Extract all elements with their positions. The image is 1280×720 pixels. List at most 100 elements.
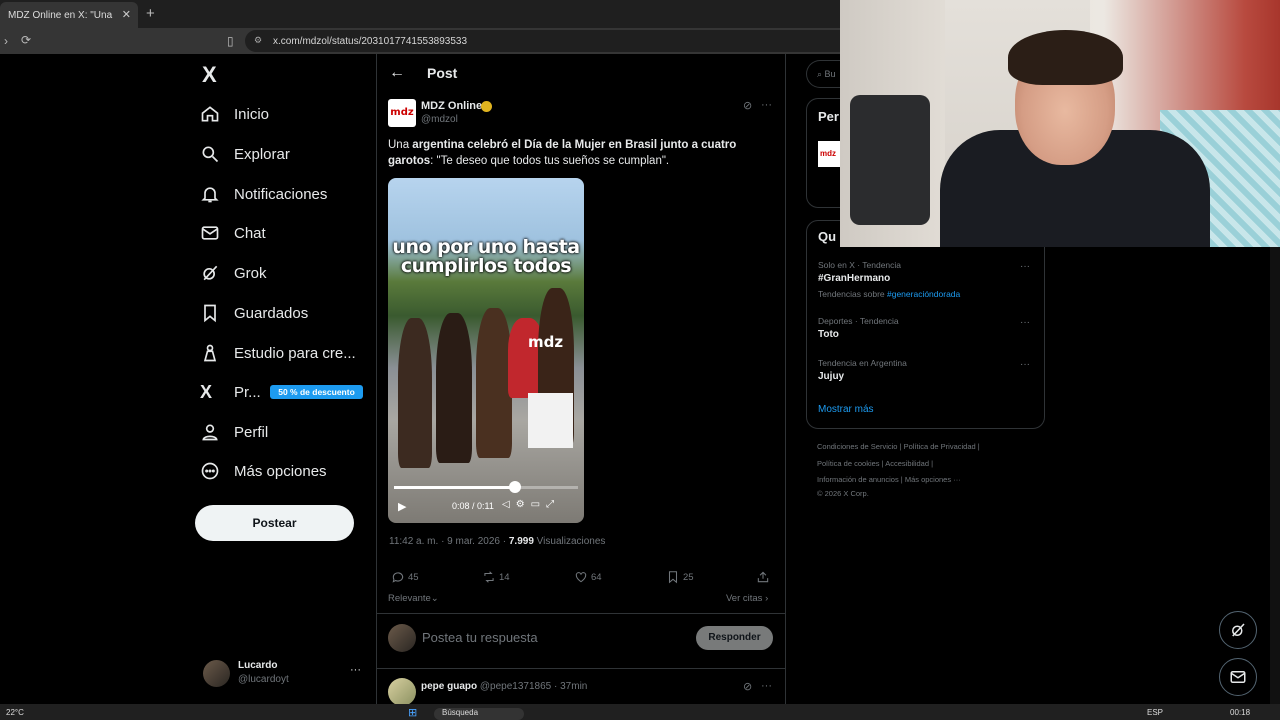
mail-icon xyxy=(1230,671,1246,683)
nav-label: Perfil xyxy=(234,423,269,441)
divider xyxy=(377,613,785,614)
quotes-label: Ver citas xyxy=(726,593,763,604)
footer-links[interactable]: Información de anuncios | Más opciones ·… xyxy=(817,475,961,484)
profile-name: Lucardo xyxy=(238,660,278,671)
author-handle[interactable]: @mdzol xyxy=(421,114,458,125)
x-logo-icon[interactable]: X xyxy=(202,62,217,88)
webcam-overlay xyxy=(840,0,1280,247)
play-icon[interactable]: ▶ xyxy=(398,500,406,513)
site-info-icon[interactable]: ⚙ xyxy=(254,35,262,46)
reply-count: 45 xyxy=(408,571,419,583)
reply-action[interactable]: 45 xyxy=(391,570,419,584)
reload-icon[interactable]: ⟳ xyxy=(21,33,31,47)
profile-handle: @lucardoyt xyxy=(238,674,289,685)
tweet-date: 11:42 a. m. · 9 mar. 2026 · xyxy=(389,536,509,547)
browser-tab[interactable]: MDZ Online en X: "Una argen ✕ xyxy=(0,2,138,28)
weather-text[interactable]: 22°C xyxy=(6,708,24,717)
windows-start-icon[interactable]: ⊞ xyxy=(408,706,417,719)
avatar[interactable] xyxy=(388,678,416,706)
reply-author[interactable]: pepe guapo @pepe1371865 · 37min xyxy=(421,681,587,692)
repost-count: 14 xyxy=(499,571,510,583)
share-action[interactable] xyxy=(756,570,770,584)
nav-item-notificaciones[interactable]: Notificaciones xyxy=(200,176,370,212)
clock[interactable]: 00:18 xyxy=(1230,708,1250,717)
account-switcher[interactable]: Lucardo @lucardoyt ··· xyxy=(203,658,373,690)
nav-item-perfil[interactable]: Perfil xyxy=(200,414,370,450)
nav-label: Más opciones xyxy=(234,462,327,480)
page-title: Post xyxy=(427,65,458,81)
nav-label: Chat xyxy=(234,224,266,242)
more-icon[interactable]: ··· xyxy=(1020,261,1030,272)
more-icon[interactable]: ··· xyxy=(761,680,772,692)
url-text: x.com/mdzol/status/2031017741553893533 xyxy=(273,36,468,47)
more-icon[interactable]: ··· xyxy=(761,99,772,111)
share-icon xyxy=(757,571,769,583)
footer-links[interactable]: Condiciones de Servicio | Política de Pr… xyxy=(817,442,980,451)
bookmark-page-icon[interactable]: ▯ xyxy=(227,34,234,48)
bookmark-action[interactable]: 25 xyxy=(666,570,694,584)
show-more-link[interactable]: Mostrar más xyxy=(818,404,874,415)
bookmark-icon xyxy=(668,571,678,584)
premium-discount-badge[interactable]: 50 % de descuento xyxy=(270,385,363,399)
view-count: 7.999 xyxy=(508,536,534,547)
reply-author-meta: @pepe1371865 · 37min xyxy=(477,681,588,692)
forward-icon[interactable]: › xyxy=(4,34,8,48)
more-circle-icon xyxy=(200,461,234,481)
fullscreen-icon[interactable]: ⤢ xyxy=(546,499,560,510)
close-tab-icon[interactable]: ✕ xyxy=(122,8,131,21)
post-button[interactable]: Postear xyxy=(195,505,354,541)
author-avatar[interactable]: mdz xyxy=(388,99,416,127)
quotes-link[interactable]: Ver citas › xyxy=(726,593,768,604)
grok-explain-icon[interactable]: ⊘ xyxy=(743,99,752,112)
author-name[interactable]: MDZ Online xyxy=(421,100,482,112)
nav-item-explorar[interactable]: Explorar xyxy=(200,136,370,172)
trend-item[interactable]: Toto xyxy=(818,329,839,340)
trend-item[interactable]: #GranHermano xyxy=(818,273,890,284)
more-icon[interactable]: ··· xyxy=(1020,317,1030,328)
volume-icon[interactable]: ◁ xyxy=(502,499,516,510)
nav-item-inicio[interactable]: Inicio xyxy=(200,96,370,132)
video-player[interactable]: uno por uno hasta cumplirlos todos mdz ▶… xyxy=(388,178,584,523)
settings-icon[interactable]: ⚙ xyxy=(516,499,531,510)
tweet-meta: 11:42 a. m. · 9 mar. 2026 · 7.999 Visual… xyxy=(389,536,605,547)
sort-dropdown[interactable]: Relevante⌄ xyxy=(388,593,439,604)
taskbar-search-label: Búsqueda xyxy=(442,708,479,717)
like-action[interactable]: 64 xyxy=(574,570,602,584)
nav-item-estudio[interactable]: Estudio para cre... xyxy=(200,335,370,371)
new-tab-icon[interactable]: + xyxy=(146,5,155,22)
heart-icon xyxy=(575,572,587,583)
avatar xyxy=(203,660,230,687)
bell-icon xyxy=(200,184,234,204)
grok-explain-icon[interactable]: ⊘ xyxy=(743,680,752,693)
back-arrow-icon[interactable]: ← xyxy=(389,64,405,82)
messages-fab[interactable] xyxy=(1219,658,1257,696)
reply-button[interactable]: Responder xyxy=(696,626,773,650)
pip-icon[interactable]: ▭ xyxy=(531,499,546,510)
reply-input[interactable]: Postea tu respuesta xyxy=(422,630,538,645)
trend-item[interactable]: Jujuy xyxy=(818,371,844,382)
video-watermark: mdz xyxy=(528,333,564,351)
trends-title: Qu xyxy=(818,229,837,244)
grok-icon xyxy=(1232,623,1245,637)
footer-links[interactable]: Política de cookies | Accesibilidad | xyxy=(817,459,933,468)
reply-author-name: pepe guapo xyxy=(421,681,478,692)
grok-fab[interactable] xyxy=(1219,611,1257,649)
url-input[interactable]: ⚙ x.com/mdzol/status/2031017741553893533 xyxy=(245,30,840,52)
nav-label: Explorar xyxy=(234,145,290,163)
nav-item-mas-opciones[interactable]: Más opciones xyxy=(200,453,370,489)
nav-label: Grok xyxy=(234,264,267,282)
repost-action[interactable]: 14 xyxy=(482,570,510,584)
taskbar-search[interactable]: Búsqueda xyxy=(434,708,524,720)
video-scrubber-handle[interactable] xyxy=(509,481,522,493)
bookmark-count: 25 xyxy=(683,571,694,583)
more-icon[interactable]: ··· xyxy=(1020,359,1030,370)
language-indicator[interactable]: ESP xyxy=(1147,708,1163,717)
nav-item-chat[interactable]: Chat xyxy=(200,215,370,251)
trend-related-tag[interactable]: #generacióndorada xyxy=(887,289,960,299)
nav-item-guardados[interactable]: Guardados xyxy=(200,295,370,331)
video-controls[interactable]: ◁⚙▭⤢ xyxy=(502,499,560,510)
trend-related: Tendencias sobre #generacióndorada xyxy=(818,289,960,299)
nav-item-grok[interactable]: Grok xyxy=(200,255,370,291)
video-scrubber[interactable] xyxy=(394,481,578,493)
avatar xyxy=(388,624,416,652)
